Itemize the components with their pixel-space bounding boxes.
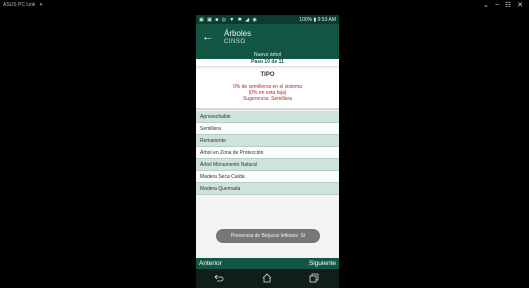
new-tree-label: Nuevo árbol <box>196 52 339 59</box>
option-semillera[interactable]: Semillera <box>196 123 339 135</box>
section-title: TIPO <box>260 72 275 78</box>
option-zona-proteccion[interactable]: Árbol en Zona de Protección <box>196 147 339 159</box>
host-window-title: ASUS PC Link ✦ <box>3 2 43 8</box>
status-right: 100% ▮ 9:53 AM <box>299 17 336 23</box>
type-info-panel: TIPO 0% de semilleros en el sistema (0% … <box>196 69 339 110</box>
previous-button[interactable]: Anterior <box>199 260 222 267</box>
app-title: Árboles <box>224 29 252 38</box>
option-aprovechable[interactable]: Aprovechable <box>196 111 339 123</box>
battery-level: 100% <box>299 16 313 23</box>
type-options-list: Aprovechable Semillera Remanente Árbol e… <box>196 111 339 195</box>
next-button[interactable]: Siguiente <box>309 260 336 267</box>
system-nav-bar <box>196 269 339 288</box>
option-madera-quemada[interactable]: Madera Quemada <box>196 183 339 195</box>
back-arrow-icon[interactable]: ← <box>202 31 213 43</box>
host-title-text: ASUS PC Link <box>3 2 36 8</box>
option-monumento-natural[interactable]: Árbol Monumento Natural <box>196 159 339 171</box>
host-logo-icon: ✦ <box>38 2 44 8</box>
phone-screen: ▣ ▣ ■ ◎ ▼ ✱ ◢ ◉ 100% ▮ 9:53 AM ← Árboles… <box>196 15 339 288</box>
clock: 9:53 AM <box>317 16 336 23</box>
option-madera-seca-caida[interactable]: Madera Seca Caída <box>196 171 339 183</box>
status-bar: ▣ ▣ ■ ◎ ▼ ✱ ◢ ◉ 100% ▮ 9:53 AM <box>196 15 339 24</box>
back-icon[interactable] <box>214 273 224 283</box>
battery-icon: ▮ <box>313 16 317 23</box>
status-icons: ▣ ▣ ■ ◎ ▼ ✱ ◢ ◉ <box>199 16 258 23</box>
step-indicator: Paso 10 de 11 <box>196 59 339 67</box>
app-subtitle: CINSO <box>224 39 246 45</box>
host-window-controls[interactable]: ⌄ − ☷ ✕ <box>483 1 525 9</box>
app-bar: ← Árboles CINSO <box>196 24 339 52</box>
recents-icon[interactable] <box>309 273 319 283</box>
home-icon[interactable] <box>262 273 272 283</box>
info-line: Sugerencia: Semillera <box>243 96 292 102</box>
toast-message: Presencia de Bejucos lefiosos: Si <box>216 229 320 243</box>
bottom-nav-bar: Anterior Siguiente <box>196 258 339 269</box>
option-remanente[interactable]: Remanente <box>196 135 339 147</box>
